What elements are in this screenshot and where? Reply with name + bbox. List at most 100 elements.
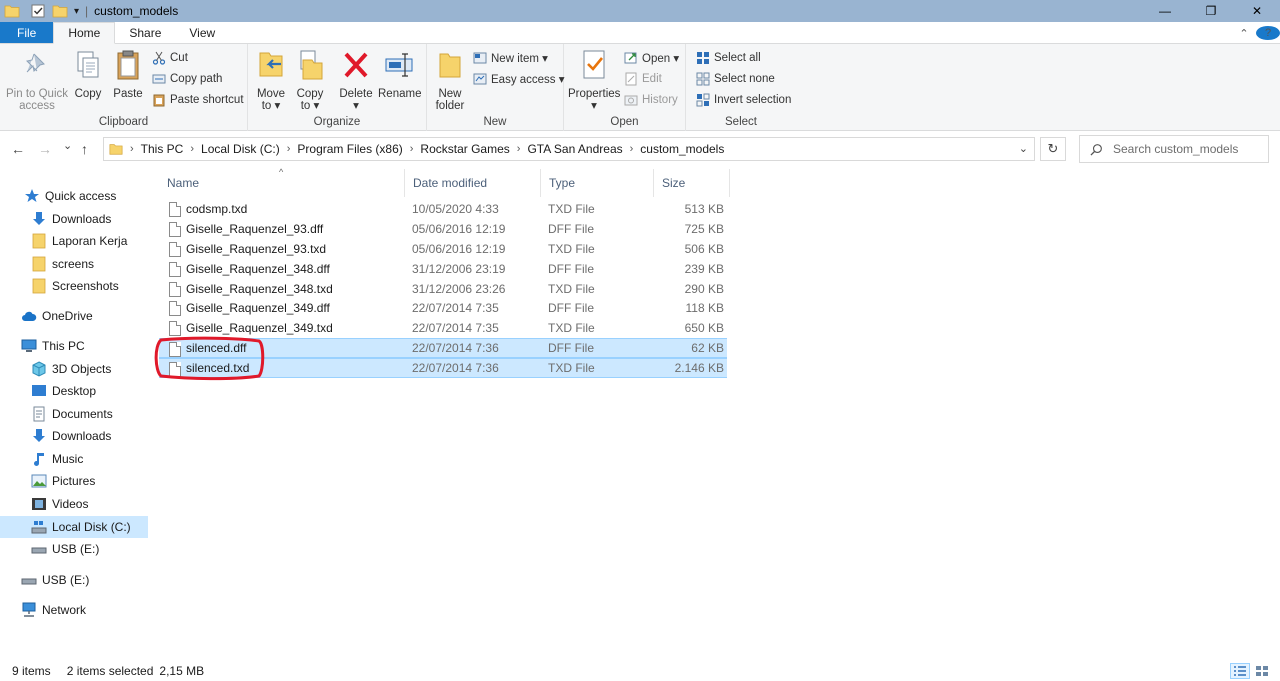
- view-switcher: [1230, 663, 1272, 679]
- recent-locations-button[interactable]: ⌄: [63, 139, 72, 152]
- help-icon[interactable]: ?: [1256, 26, 1280, 40]
- file-type: TXD File: [548, 361, 595, 375]
- search-box[interactable]: [1079, 135, 1269, 163]
- table-row[interactable]: Giselle_Raquenzel_349.txd 22/07/2014 7:3…: [159, 318, 727, 338]
- sidebar-item-pictures[interactable]: Pictures: [0, 470, 148, 492]
- sidebar-item-usb[interactable]: USB (E:): [0, 569, 148, 591]
- rename-button[interactable]: Rename: [378, 48, 421, 100]
- sidebar-item-documents[interactable]: Documents: [0, 403, 148, 425]
- sidebar-item-music[interactable]: Music: [0, 448, 148, 470]
- sidebar-item-quick-access[interactable]: Quick access: [0, 185, 148, 207]
- collapse-ribbon-icon[interactable]: ⌃: [1232, 27, 1256, 40]
- delete-label-2: ▾: [353, 100, 359, 112]
- sidebar-item-downloads-qa[interactable]: Downloads: [0, 208, 148, 230]
- forward-button[interactable]: →: [38, 141, 52, 157]
- table-row[interactable]: Giselle_Raquenzel_348.txd 31/12/2006 23:…: [159, 279, 727, 299]
- easy-access-button[interactable]: Easy access ▾: [473, 70, 565, 88]
- table-row[interactable]: Giselle_Raquenzel_349.dff 22/07/2014 7:3…: [159, 298, 727, 318]
- column-header-size[interactable]: Size: [654, 169, 730, 197]
- file-icon: [169, 282, 181, 297]
- file-date: 05/06/2016 12:19: [412, 242, 506, 256]
- column-header-type[interactable]: Type: [541, 169, 654, 197]
- tab-share[interactable]: Share: [115, 22, 175, 43]
- file-type: DFF File: [548, 301, 594, 315]
- column-header-date[interactable]: Date modified: [405, 169, 541, 197]
- breadcrumb-this-pc[interactable]: This PC: [141, 142, 184, 156]
- sidebar-item-usb-pc[interactable]: USB (E:): [0, 538, 148, 560]
- easy-access-label: Easy access ▾: [491, 74, 565, 86]
- select-none-icon: [696, 72, 710, 86]
- cut-button[interactable]: Cut: [152, 49, 188, 67]
- invert-selection-button[interactable]: Invert selection: [696, 91, 791, 109]
- select-none-button[interactable]: Select none: [696, 70, 775, 88]
- back-button[interactable]: ←: [11, 141, 25, 157]
- sidebar-item-network[interactable]: Network: [0, 599, 148, 621]
- close-button[interactable]: ✕: [1234, 0, 1280, 22]
- sidebar-item-this-pc[interactable]: This PC: [0, 335, 148, 357]
- copy-to-button[interactable]: Copy to ▾: [292, 48, 328, 112]
- properties-button[interactable]: Properties ▾: [568, 48, 620, 112]
- edit-button[interactable]: Edit: [624, 70, 662, 88]
- pin-to-quick-access-button[interactable]: Pin to Quick access: [6, 48, 68, 112]
- open-button[interactable]: Open ▾: [624, 49, 679, 67]
- sidebar-item-videos[interactable]: Videos: [0, 493, 148, 515]
- breadcrumb-sep[interactable]: ›: [630, 143, 634, 155]
- up-button[interactable]: ↑: [81, 141, 88, 157]
- breadcrumb-rockstar-games[interactable]: Rockstar Games: [420, 142, 509, 156]
- file-type: DFF File: [548, 341, 594, 355]
- new-folder-quick-icon[interactable]: [52, 3, 68, 19]
- new-folder-button[interactable]: New folder: [433, 48, 467, 112]
- address-dropdown-icon[interactable]: ⌄: [1019, 142, 1028, 155]
- copy-button[interactable]: Copy: [70, 48, 106, 100]
- minimize-button[interactable]: —: [1142, 0, 1188, 22]
- search-input[interactable]: [1113, 142, 1263, 156]
- new-item-icon: [473, 52, 487, 64]
- address-bar[interactable]: › This PC › Local Disk (C:) › Program Fi…: [103, 137, 1035, 161]
- breadcrumb-custom-models[interactable]: custom_models: [640, 142, 724, 156]
- move-to-button[interactable]: Move to ▾: [254, 48, 288, 112]
- column-header-name[interactable]: Name: [159, 169, 405, 197]
- sidebar-item-downloads[interactable]: Downloads: [0, 425, 148, 447]
- table-row-selected[interactable]: silenced.txd 22/07/2014 7:36 TXD File 2.…: [159, 358, 727, 378]
- sidebar-item-onedrive[interactable]: OneDrive: [0, 305, 148, 327]
- table-row[interactable]: Giselle_Raquenzel_93.dff 05/06/2016 12:1…: [159, 219, 727, 239]
- sidebar-item-laporan-kerja[interactable]: Laporan Kerja: [0, 230, 148, 252]
- refresh-button[interactable]: ↻: [1040, 137, 1066, 161]
- breadcrumb-sep[interactable]: ›: [517, 143, 521, 155]
- breadcrumb-gta-san-andreas[interactable]: GTA San Andreas: [527, 142, 622, 156]
- sidebar-item-screenshots[interactable]: Screenshots: [0, 275, 148, 297]
- breadcrumb-program-files[interactable]: Program Files (x86): [297, 142, 402, 156]
- delete-button[interactable]: Delete ▾: [338, 48, 374, 112]
- copy-path-button[interactable]: Copy path: [152, 70, 222, 88]
- sidebar-item-screens[interactable]: screens: [0, 253, 148, 275]
- file-name: Giselle_Raquenzel_348.dff: [186, 262, 330, 276]
- breadcrumb-sep[interactable]: ›: [410, 143, 414, 155]
- tab-view[interactable]: View: [175, 22, 229, 43]
- select-all-button[interactable]: Select all: [696, 49, 761, 67]
- large-icons-view-button[interactable]: [1252, 663, 1272, 679]
- table-row[interactable]: codsmp.txd 10/05/2020 4:33 TXD File 513 …: [159, 199, 727, 219]
- file-name: silenced.txd: [186, 361, 250, 375]
- table-row[interactable]: Giselle_Raquenzel_93.txd 05/06/2016 12:1…: [159, 239, 727, 259]
- folder-icon[interactable]: [4, 3, 20, 19]
- sidebar-item-3d-objects[interactable]: 3D Objects: [0, 358, 148, 380]
- paste-shortcut-button[interactable]: Paste shortcut: [152, 91, 244, 109]
- history-button[interactable]: History: [624, 91, 678, 109]
- new-folder-icon: [439, 53, 461, 78]
- properties-quick-icon[interactable]: [30, 3, 46, 19]
- tab-home[interactable]: Home: [53, 22, 116, 44]
- tab-file[interactable]: File: [0, 22, 54, 43]
- breadcrumb-sep[interactable]: ›: [190, 143, 194, 155]
- breadcrumb-local-disk[interactable]: Local Disk (C:): [201, 142, 280, 156]
- table-row[interactable]: Giselle_Raquenzel_348.dff 31/12/2006 23:…: [159, 259, 727, 279]
- sidebar-item-desktop[interactable]: Desktop: [0, 380, 148, 402]
- table-row-selected[interactable]: silenced.dff 22/07/2014 7:36 DFF File 62…: [159, 338, 727, 358]
- new-item-button[interactable]: New item ▾: [473, 49, 548, 67]
- organize-label: Organize: [313, 116, 361, 128]
- sidebar-item-local-disk[interactable]: Local Disk (C:): [0, 516, 148, 538]
- details-view-button[interactable]: [1230, 663, 1250, 679]
- breadcrumb-sep[interactable]: ›: [287, 143, 291, 155]
- customize-quick-access-icon[interactable]: ▾: [74, 6, 79, 17]
- maximize-button[interactable]: ❐: [1188, 0, 1234, 22]
- paste-button[interactable]: Paste: [110, 48, 146, 100]
